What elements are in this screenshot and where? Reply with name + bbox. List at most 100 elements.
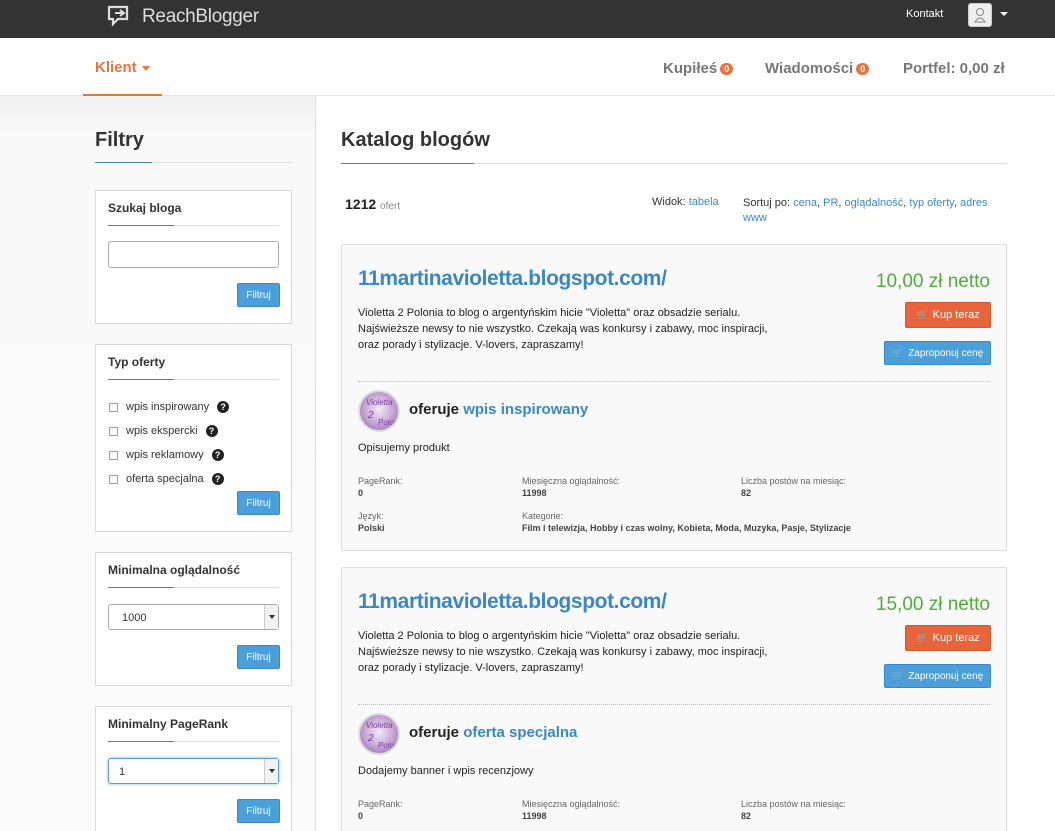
pagerank-meta: PageRank: 0	[358, 475, 403, 499]
user-avatar-button[interactable]	[968, 3, 992, 27]
offer-type-option[interactable]: oferta specjalna ?	[109, 473, 224, 485]
sort-offer-type-link[interactable]: typ oferty	[909, 197, 953, 209]
bought-label: Kupiłeś	[663, 60, 718, 77]
pagerank-label: PageRank:	[358, 799, 403, 809]
posts-value: 82	[741, 488, 752, 498]
propose-price-label: Zaproponuj cenę	[908, 670, 984, 682]
min-pagerank-value: 1	[119, 766, 126, 778]
views-value: 11998	[522, 488, 547, 498]
checkbox[interactable]	[109, 426, 118, 436]
min-pagerank-select[interactable]: 1	[108, 758, 279, 784]
sort-pr-link[interactable]: PR	[823, 197, 838, 209]
offer-type-link[interactable]: oferta specjalna	[463, 724, 577, 741]
min-views-filter-button[interactable]: Filtruj	[237, 645, 280, 669]
user-menu-caret-icon[interactable]	[1000, 12, 1008, 16]
chevron-down-icon	[264, 759, 278, 783]
messages-count-badge: 0	[856, 63, 870, 75]
offer-type-option[interactable]: wpis reklamowy ?	[109, 449, 224, 461]
language-label: Język:	[358, 511, 384, 521]
min-views-select[interactable]: 1000	[108, 604, 279, 630]
view-label: Widok:	[652, 196, 686, 208]
view-switcher: Widok: tabela	[652, 196, 719, 208]
logo-text: ReachBlogger	[142, 6, 259, 27]
posts-meta: Liczba postów na miesiąc: 82	[741, 798, 846, 822]
cart-icon: 🛒	[891, 670, 905, 682]
categories-meta: Kategorie: Film i telewizja, Hobby i cza…	[522, 510, 851, 534]
main-nav: Klient Kupiłeś 0 Wiadomości 0 Portfel: 0,0…	[0, 38, 1055, 96]
offer-card: 11martinavioletta.blogspot.com/ Violetta…	[341, 567, 1007, 831]
blog-url-link[interactable]: 11martinavioletta.blogspot.com/	[358, 590, 667, 614]
cart-icon: 🛒	[891, 347, 905, 359]
offer-type-filter-box: Typ oferty wpis inspirowany ? wpis ekspe…	[95, 344, 292, 532]
min-pagerank-filter-button[interactable]: Filtruj	[237, 799, 280, 823]
help-icon[interactable]: ?	[205, 425, 218, 437]
propose-price-button[interactable]: 🛒 Zaproponuj cenę	[884, 341, 991, 365]
contact-link[interactable]: Kontakt	[906, 8, 943, 20]
wallet-link[interactable]: Portfel: 0,00 zł	[903, 60, 1005, 77]
blog-search-input[interactable]	[108, 241, 279, 268]
top-bar: ReachBlogger Kontakt	[0, 0, 1055, 38]
sort-options: Sortuj po: cena, PR, oglądalność, typ of…	[743, 197, 988, 224]
buy-now-button[interactable]: 🛒 Kup teraz	[905, 625, 991, 651]
language-value: Polski	[358, 523, 385, 533]
sort-label: Sortuj po:	[743, 197, 791, 209]
logo-icon	[107, 5, 129, 27]
bought-count-badge: 0	[720, 63, 734, 75]
offers-count-suffix: ofert	[380, 201, 401, 212]
min-views-value: 1000	[122, 612, 147, 624]
propose-price-button[interactable]: 🛒 Zaproponuj cenę	[884, 664, 991, 688]
search-filter-button[interactable]: Filtruj	[237, 283, 280, 307]
pagerank-value: 0	[358, 811, 364, 821]
messages-link[interactable]: Wiadomości 0	[765, 60, 870, 77]
offer-type-label: wpis reklamowy	[126, 449, 204, 461]
offer-type-filter-button[interactable]: Filtruj	[237, 491, 280, 515]
offer-type-line: oferuje wpis inspirowany	[409, 401, 588, 418]
offer-price: 15,00 zł netto	[875, 594, 990, 615]
cart-icon: 🛒	[916, 632, 929, 644]
client-menu[interactable]: Klient	[83, 38, 162, 96]
catalog-title: Katalog blogów	[341, 129, 490, 151]
pagerank-label: PageRank:	[358, 476, 403, 486]
views-meta: Miesięczna oglądalność: 11998	[522, 798, 620, 822]
view-table-link[interactable]: tabela	[689, 196, 719, 208]
offer-type-link[interactable]: wpis inspirowany	[463, 401, 588, 418]
offer-type-line: oferuje oferta specjalna	[409, 724, 577, 741]
views-label: Miesięczna oglądalność:	[522, 799, 621, 809]
language-meta: Język: Polski	[358, 510, 385, 534]
buy-now-button[interactable]: 🛒 Kup teraz	[905, 302, 991, 328]
search-filter-title: Szukaj bloga	[108, 201, 182, 215]
offer-price: 10,00 zł netto	[875, 271, 990, 292]
offer-type-label: wpis inspirowany	[126, 401, 210, 413]
divider	[108, 587, 279, 588]
help-icon[interactable]: ?	[217, 401, 230, 413]
blog-url-link[interactable]: 11martinavioletta.blogspot.com/	[358, 267, 667, 291]
search-filter-box: Szukaj bloga Filtruj	[95, 190, 292, 324]
offers-word: oferuje	[409, 724, 460, 741]
help-icon[interactable]: ?	[211, 473, 224, 485]
checkbox[interactable]	[109, 402, 118, 412]
sort-views-link[interactable]: oglądalność	[845, 197, 904, 209]
posts-meta: Liczba postów na miesiąc: 82	[741, 475, 846, 499]
offer-type-option[interactable]: wpis ekspercki ?	[109, 425, 218, 437]
offer-type-option[interactable]: wpis inspirowany ?	[109, 401, 230, 413]
help-icon[interactable]: ?	[211, 449, 224, 461]
bought-link[interactable]: Kupiłeś 0	[663, 60, 734, 77]
offer-type-label: wpis ekspercki	[126, 425, 198, 437]
offer-note: Dodajemy banner i wpis recenzjowy	[358, 765, 534, 777]
client-menu-label: Klient	[95, 59, 137, 76]
logo[interactable]: ReachBlogger	[106, 2, 259, 32]
offer-type-label: oferta specjalna	[126, 473, 204, 485]
offer-card: 11martinavioletta.blogspot.com/ Violetta…	[341, 244, 1007, 551]
pagerank-value: 0	[358, 488, 364, 498]
checkbox[interactable]	[109, 450, 118, 460]
divider	[358, 704, 990, 705]
sort-price-link[interactable]: cena	[793, 197, 817, 209]
user-icon	[974, 8, 986, 23]
propose-price-label: Zaproponuj cenę	[908, 347, 984, 359]
blog-avatar: Violetta 2 Polonia	[358, 390, 400, 432]
checkbox[interactable]	[109, 474, 118, 484]
offer-type-filter-title: Typ oferty	[108, 355, 166, 369]
offer-note: Opisujemy produkt	[358, 442, 450, 454]
divider	[108, 225, 279, 226]
views-meta: Miesięczna oglądalność: 11998	[522, 475, 620, 499]
